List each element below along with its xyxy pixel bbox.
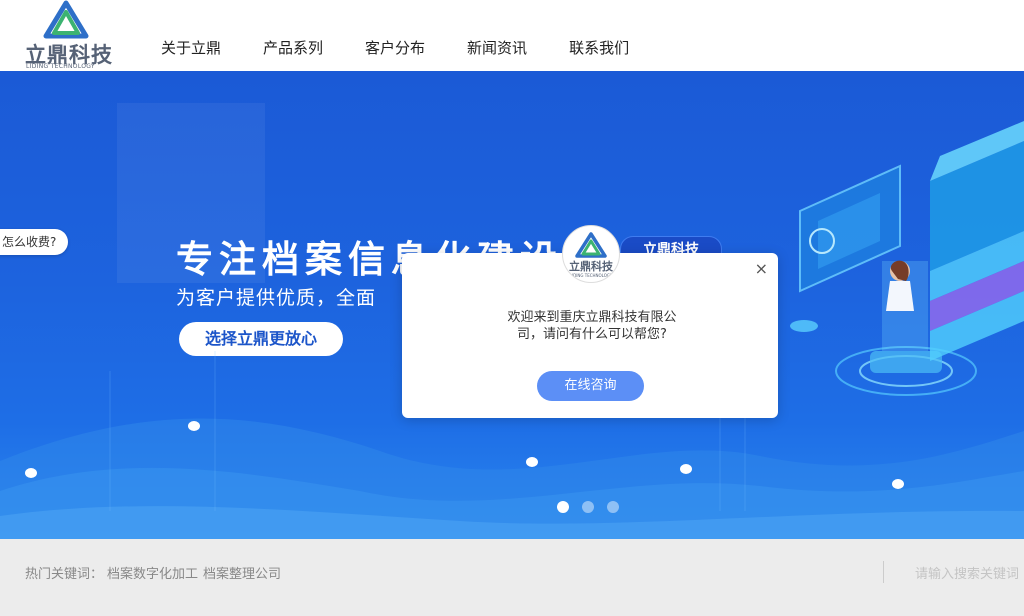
search-input[interactable] — [905, 559, 1024, 587]
slider-pagination — [557, 501, 619, 513]
chat-popup: 立鼎科技 LIDING TECHNOLOGY × 欢迎来到重庆立鼎科技有限公司，… — [402, 225, 778, 418]
logo-triangle-icon — [43, 0, 89, 39]
slider-dot-1[interactable] — [557, 501, 569, 513]
nav-item-news[interactable]: 新闻资讯 — [446, 36, 548, 60]
hot-keyword-link[interactable]: 档案数字化加工 — [107, 563, 198, 582]
hot-keywords-label: 热门关键词： — [25, 567, 104, 582]
nav-item-products[interactable]: 产品系列 — [242, 36, 344, 60]
chat-message: 欢迎来到重庆立鼎科技有限公司，请问有什么可以帮您? — [507, 310, 677, 342]
slider-dot-2[interactable] — [582, 501, 594, 513]
site-logo[interactable]: 立鼎科技 LIDING TECHNOLOGY — [22, 0, 112, 71]
chat-avatar: 立鼎科技 LIDING TECHNOLOGY — [562, 225, 620, 283]
search-divider — [883, 561, 884, 583]
close-icon[interactable]: × — [755, 261, 768, 277]
slider-dot-3[interactable] — [607, 501, 619, 513]
hot-keyword-link[interactable]: 档案整理公司 — [203, 563, 281, 582]
chat-avatar-subtext: LIDING TECHNOLOGY — [570, 273, 613, 278]
server-illustration — [790, 121, 1024, 396]
faq-bubble[interactable]: 怎么收费? — [0, 229, 69, 255]
chat-avatar-text: 立鼎科技 — [569, 259, 614, 273]
nav-item-about[interactable]: 关于立鼎 — [140, 36, 242, 60]
nav-item-contact[interactable]: 联系我们 — [548, 36, 650, 60]
main-nav: 关于立鼎 产品系列 客户分布 新闻资讯 联系我们 — [140, 36, 650, 60]
logo-subtext: LIDING TECHNOLOGY — [26, 63, 95, 70]
site-header: 立鼎科技 LIDING TECHNOLOGY 关于立鼎 产品系列 客户分布 新闻… — [0, 0, 1024, 71]
logo-triangle-icon: 立鼎科技 LIDING TECHNOLOGY — [569, 232, 614, 278]
online-consult-button[interactable]: 在线咨询 — [537, 371, 644, 401]
hot-keywords-bar: 热门关键词： 档案数字化加工 档案整理公司 — [0, 539, 1024, 616]
nav-item-clients[interactable]: 客户分布 — [344, 36, 446, 60]
